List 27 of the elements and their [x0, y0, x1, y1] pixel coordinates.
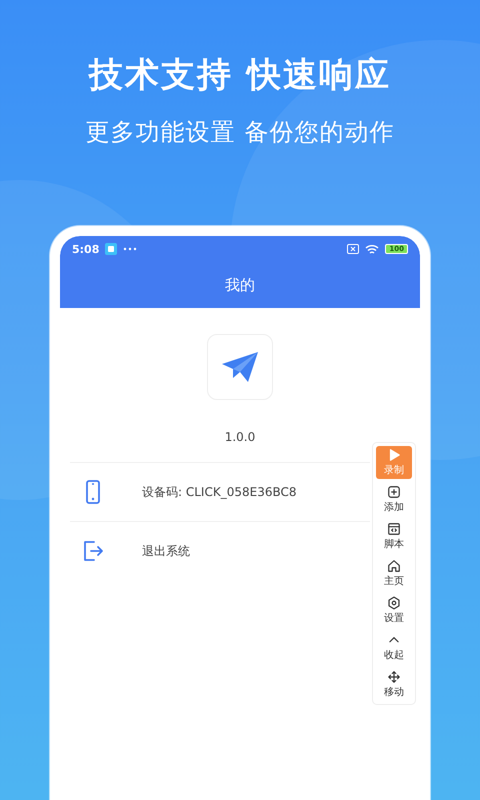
more-icon	[123, 247, 138, 251]
home-icon	[387, 559, 401, 573]
row-label: 设备码: CLICK_058E36BC8	[142, 484, 296, 500]
play-icon	[387, 448, 401, 462]
move-icon	[387, 670, 401, 684]
toolbar-button[interactable]: 主页	[376, 557, 412, 590]
menu-row[interactable]: 退出系统	[70, 521, 370, 580]
toolbar-button[interactable]: 收起	[376, 631, 412, 664]
headline: 技术支持 快速响应	[89, 54, 391, 97]
page-title: 我的	[225, 276, 255, 294]
menu-row[interactable]: 设备码: CLICK_058E36BC8	[70, 462, 370, 521]
toolbar-button[interactable]: 移动	[376, 668, 412, 701]
sim-icon	[347, 244, 360, 254]
toolbar-button[interactable]: 脚本	[376, 520, 412, 553]
row-label: 退出系统	[142, 542, 190, 560]
status-time: 5:08	[72, 242, 100, 256]
app-icon	[105, 243, 118, 255]
version-text: 1.0.0	[224, 430, 256, 444]
wifi-icon	[365, 244, 380, 254]
paper-plane-icon	[220, 350, 260, 384]
toolbar-button[interactable]: 添加	[376, 483, 412, 516]
settings-icon	[387, 596, 401, 610]
add-icon	[387, 485, 401, 499]
code-window-icon	[387, 522, 401, 536]
subheadline: 更多功能设置 备份您的动作	[86, 117, 394, 148]
toolbar-button[interactable]: 设置	[376, 594, 412, 627]
logout-icon	[82, 539, 104, 563]
